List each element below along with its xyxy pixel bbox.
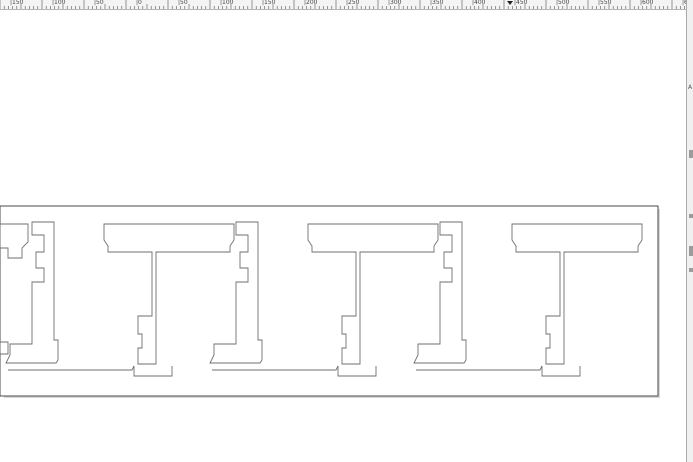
- ruler-label: |100: [52, 0, 66, 6]
- ruler-label: |100: [220, 0, 234, 6]
- ruler-label: |0: [136, 0, 142, 6]
- ruler-label: |600: [640, 0, 654, 6]
- side-panel-edge[interactable]: A: [686, 0, 693, 462]
- ruler-label: |350: [430, 0, 444, 6]
- ruler-label: |50: [94, 0, 104, 6]
- ruler-label: |50: [178, 0, 188, 6]
- ruler-label: |400: [472, 0, 486, 6]
- workpiece-drawing: [0, 205, 660, 398]
- panel-divider-lower: [689, 268, 693, 272]
- ruler-label: |150: [262, 0, 276, 6]
- ruler-label: |500: [556, 0, 570, 6]
- panel-divider: [689, 214, 693, 218]
- ruler-label: |300: [388, 0, 402, 6]
- ruler-label: |250: [346, 0, 360, 6]
- panel-label-a: A: [688, 84, 693, 91]
- panel-handle[interactable]: [689, 150, 693, 158]
- ruler-position-marker-icon[interactable]: [507, 1, 513, 5]
- ruler-label: |550: [598, 0, 612, 6]
- ruler-label: |150: [10, 0, 24, 6]
- horizontal-ruler[interactable]: |150 |100 |50 |0 |50 |100 |150 |200 |250 |300 |350…: [0, 0, 686, 10]
- ruler-label: |200: [304, 0, 318, 6]
- material-sheet[interactable]: [0, 205, 659, 397]
- ruler-label: |450: [514, 0, 528, 6]
- panel-scroll-thumb[interactable]: [689, 246, 693, 256]
- design-canvas[interactable]: [0, 10, 686, 462]
